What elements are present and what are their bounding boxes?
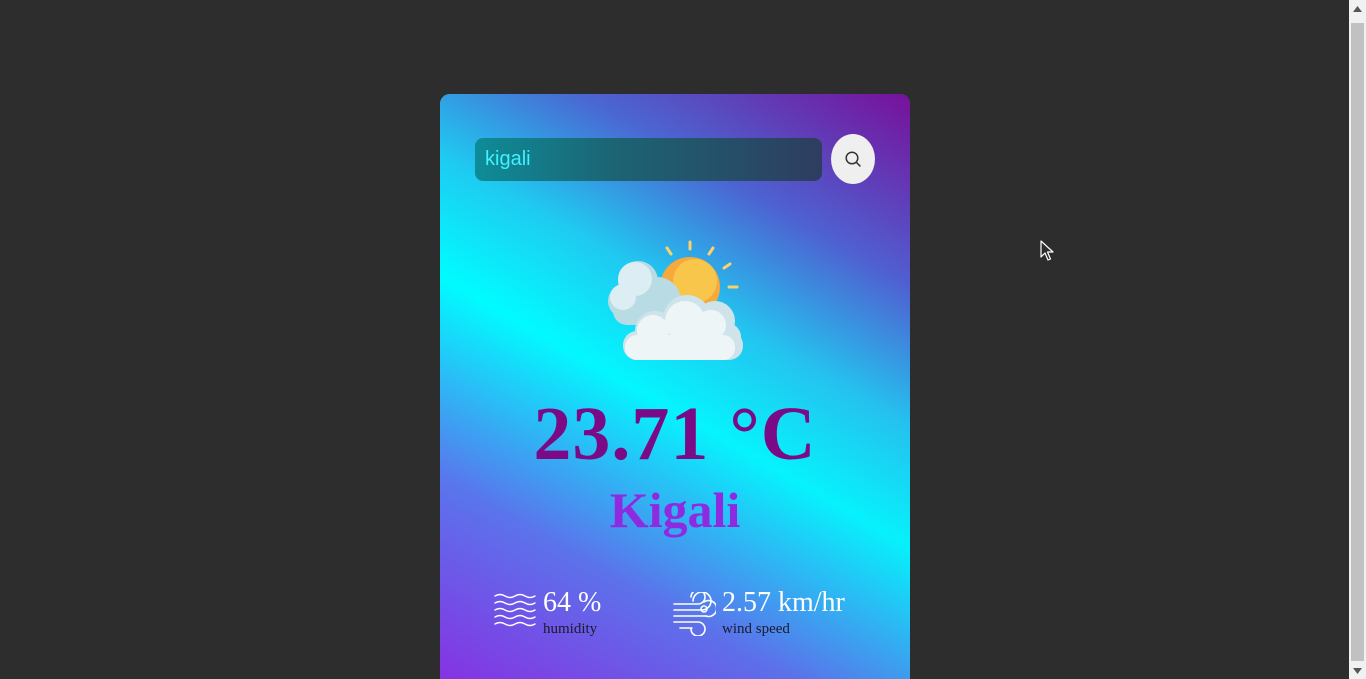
wind-label: wind speed bbox=[722, 621, 790, 637]
partly-cloudy-icon bbox=[608, 240, 743, 360]
page: 23.71 °C Kigali 64 % humidity bbox=[0, 0, 1366, 679]
humidity-text: 64 % humidity bbox=[543, 588, 601, 638]
humidity-label: humidity bbox=[543, 621, 598, 637]
wind-stat: 2.57 km/hr wind speed bbox=[672, 588, 845, 638]
search-input[interactable] bbox=[475, 138, 822, 181]
vertical-scrollbar[interactable] bbox=[1349, 0, 1366, 679]
scrollbar-thumb[interactable] bbox=[1351, 23, 1364, 661]
search-button[interactable] bbox=[831, 134, 875, 184]
weather-card: 23.71 °C Kigali 64 % humidity bbox=[440, 94, 910, 679]
wind-value: 2.57 km/hr bbox=[722, 587, 845, 618]
wind-icon bbox=[673, 592, 716, 636]
mouse-cursor-icon bbox=[1040, 240, 1054, 261]
temperature-value: 23.71 °C bbox=[533, 392, 817, 476]
scroll-down-icon[interactable] bbox=[1349, 662, 1366, 679]
humidity-value: 64 % bbox=[543, 587, 602, 618]
humidity-stat: 64 % humidity bbox=[493, 588, 601, 638]
humidity-icon bbox=[494, 593, 536, 627]
city-name: Kigali bbox=[609, 482, 741, 538]
search-icon bbox=[845, 151, 861, 167]
scroll-up-icon[interactable] bbox=[1349, 0, 1366, 17]
wind-text: 2.57 km/hr wind speed bbox=[722, 588, 845, 638]
